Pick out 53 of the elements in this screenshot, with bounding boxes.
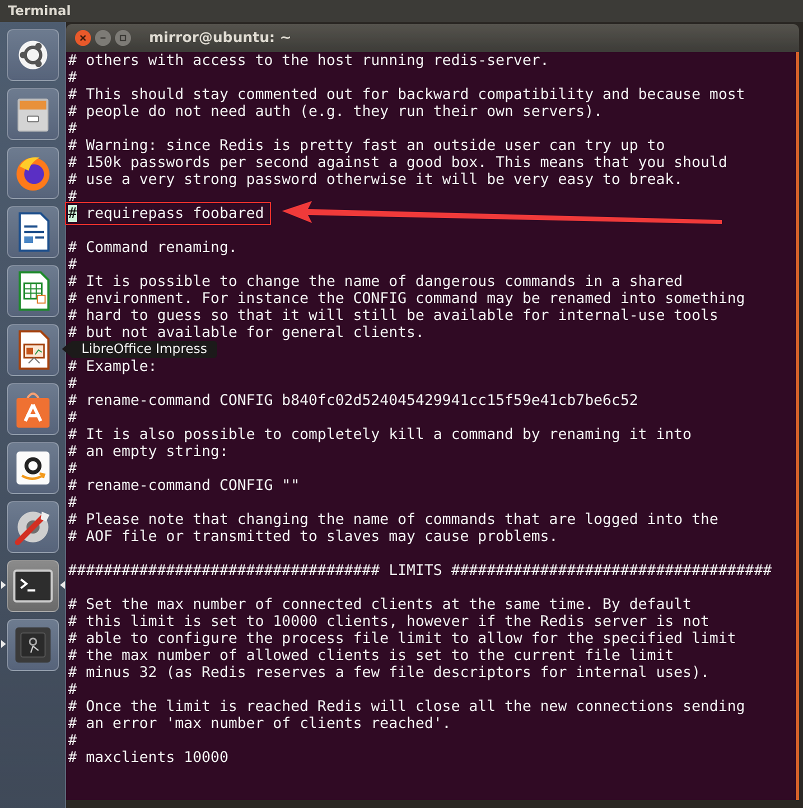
terminal-line: #: [68, 188, 78, 205]
terminal-line: #: [68, 494, 78, 511]
terminal-line: # Please note that changing the name of commands that are logged into the: [68, 511, 720, 528]
terminal-line: #: [68, 375, 78, 392]
minimize-button[interactable]: [95, 30, 111, 46]
terminal-line: # Once the limit is reached Redis will close all the new connections sending: [68, 698, 746, 715]
launcher-button[interactable]: [6, 382, 58, 434]
terminal-line: # Example:: [68, 358, 158, 375]
close-button[interactable]: [75, 30, 91, 46]
terminal-line: #: [68, 69, 78, 86]
launcher-button[interactable]: [6, 442, 58, 494]
launcher-button[interactable]: [6, 264, 58, 316]
terminal-line: # 150k passwords per second against a good box. This means that you should: [68, 154, 728, 171]
terminal-line: ################################### LIMITS ####################################: [68, 562, 773, 579]
terminal-line: # an error 'max number of clients reached'.: [68, 715, 452, 732]
launcher-button[interactable]: [6, 324, 58, 376]
terminal-line: # this limit is set to 10000 clients, however if the Redis server is not: [68, 613, 710, 630]
terminal-line: # rename-command CONFIG "": [68, 477, 301, 494]
terminal-line: #: [68, 409, 78, 426]
terminal-line: # the max number of allowed clients is set to the current file limit: [68, 647, 675, 664]
terminal-line: # AOF file or transmitted to slaves may cause problems.: [68, 528, 559, 545]
launcher-button[interactable]: [6, 28, 58, 80]
terminal-line: # others with access to the host running redis-server.: [68, 52, 550, 69]
terminal-line: # an empty string:: [68, 443, 230, 460]
terminal-line: # able to configure the process file limit to allow for the specified limit: [68, 630, 738, 647]
terminal-line: # but not available for general clients.: [68, 324, 426, 341]
terminal-line: # This should stay commented out for backward compatibility and because most: [68, 86, 746, 103]
maximize-button[interactable]: [115, 30, 131, 46]
window-title: mirror@ubuntu: ~: [149, 30, 292, 46]
terminal-line: # It is possible to change the name of dangerous commands in a shared: [68, 273, 684, 290]
close-icon: [78, 33, 88, 43]
terminal-line: # rename-command CONFIG b840fc02d524045429941cc15f59e41cb7be6c52: [68, 392, 640, 409]
terminal-line: # environment. For instance the CONFIG command may be renamed into something: [68, 290, 746, 307]
terminal-line: #: [68, 681, 78, 698]
terminal-line: #: [68, 460, 78, 477]
terminal-line: # hard to guess so that it will still be available for internal-use tools: [68, 307, 720, 324]
launcher-button[interactable]: [6, 560, 58, 612]
terminal-line: #: [68, 732, 78, 749]
maximize-icon: [118, 33, 128, 43]
terminal-line: # Warning: since Redis is pretty fast an outside user can try up to: [68, 137, 666, 154]
terminal-line: # Set the max number of connected clients at the same time. By default: [68, 596, 693, 613]
terminal-line: # use a very strong password otherwise it will be very easy to break.: [68, 171, 684, 188]
terminal-line: #: [68, 256, 78, 273]
terminal-line: # people do not need auth (e.g. they run their own servers).: [68, 103, 604, 120]
tooltip-text: LibreOffice Impress: [82, 342, 208, 358]
terminal-line: # Command renaming.: [68, 239, 238, 256]
terminal-line: # It is also possible to completely kill a command by renaming it into: [68, 426, 693, 443]
terminal-line: # maxclients 10000: [68, 749, 230, 766]
launcher-button[interactable]: [6, 206, 58, 258]
top-bar-title: Terminal: [8, 4, 71, 18]
terminal-line: # minus 32 (as Redis reserves a few file descriptors for internal uses).: [68, 664, 710, 681]
terminal-line: #: [68, 120, 78, 137]
terminal-line: # requirepass foobared: [68, 205, 264, 222]
